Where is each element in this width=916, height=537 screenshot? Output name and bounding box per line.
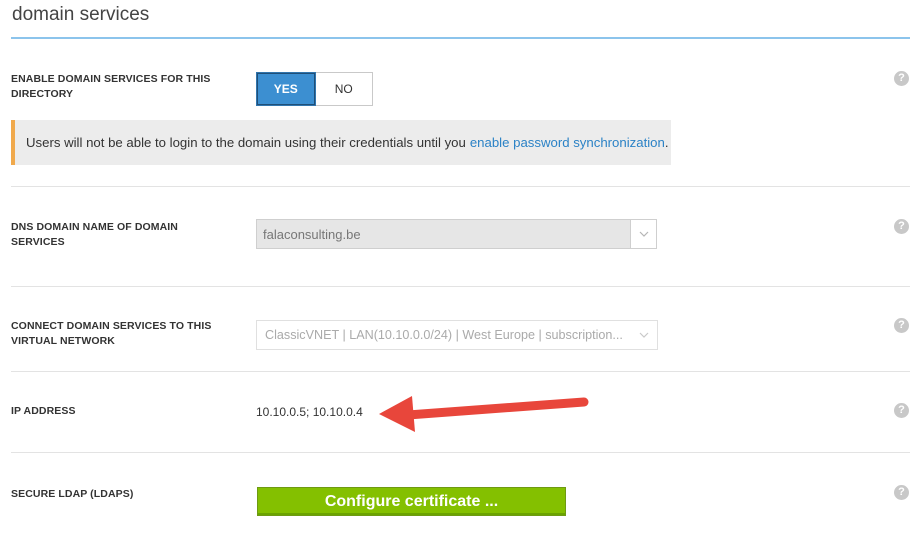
- help-icon[interactable]: ?: [894, 403, 909, 418]
- enable-domain-services-label: ENABLE DOMAIN SERVICES FOR THIS DIRECTOR…: [11, 73, 211, 100]
- section-divider: [11, 371, 910, 372]
- virtual-network-label: CONNECT DOMAIN SERVICES TO THIS VIRTUAL …: [11, 320, 212, 347]
- ip-address-value: 10.10.0.5; 10.10.0.4: [256, 405, 363, 419]
- ip-address-label: IP ADDRESS: [11, 405, 76, 417]
- title-divider: [11, 37, 910, 39]
- enable-password-sync-link[interactable]: enable password synchronization: [470, 135, 665, 150]
- enable-toggle: YES NO: [256, 72, 373, 106]
- dns-domain-name-value: falaconsulting.be: [257, 220, 631, 248]
- chevron-down-icon: [631, 332, 657, 338]
- configure-certificate-button[interactable]: Configure certificate ...: [257, 487, 566, 516]
- info-banner: Users will not be able to login to the d…: [11, 120, 671, 165]
- section-divider: [11, 186, 910, 187]
- help-icon[interactable]: ?: [894, 318, 909, 333]
- help-icon[interactable]: ?: [894, 219, 909, 234]
- section-divider: [11, 286, 910, 287]
- virtual-network-select: ClassicVNET | LAN(10.10.0.0/24) | West E…: [256, 320, 658, 350]
- virtual-network-value: ClassicVNET | LAN(10.10.0.0/24) | West E…: [265, 328, 623, 342]
- page-title: domain services: [12, 4, 150, 25]
- annotation-arrow: [379, 396, 589, 432]
- help-icon[interactable]: ?: [894, 71, 909, 86]
- secure-ldap-label: SECURE LDAP (LDAPS): [11, 488, 134, 500]
- info-banner-text: Users will not be able to login to the d…: [26, 135, 466, 150]
- dns-domain-name-field: falaconsulting.be: [256, 219, 657, 249]
- dns-domain-name-label: DNS DOMAIN NAME OF DOMAIN SERVICES: [11, 221, 178, 248]
- yes-toggle-button[interactable]: YES: [256, 72, 316, 106]
- help-icon[interactable]: ?: [894, 485, 909, 500]
- no-toggle-button[interactable]: NO: [315, 72, 373, 106]
- section-divider: [11, 452, 910, 453]
- info-banner-suffix: .: [664, 135, 669, 150]
- chevron-down-icon: [631, 220, 656, 248]
